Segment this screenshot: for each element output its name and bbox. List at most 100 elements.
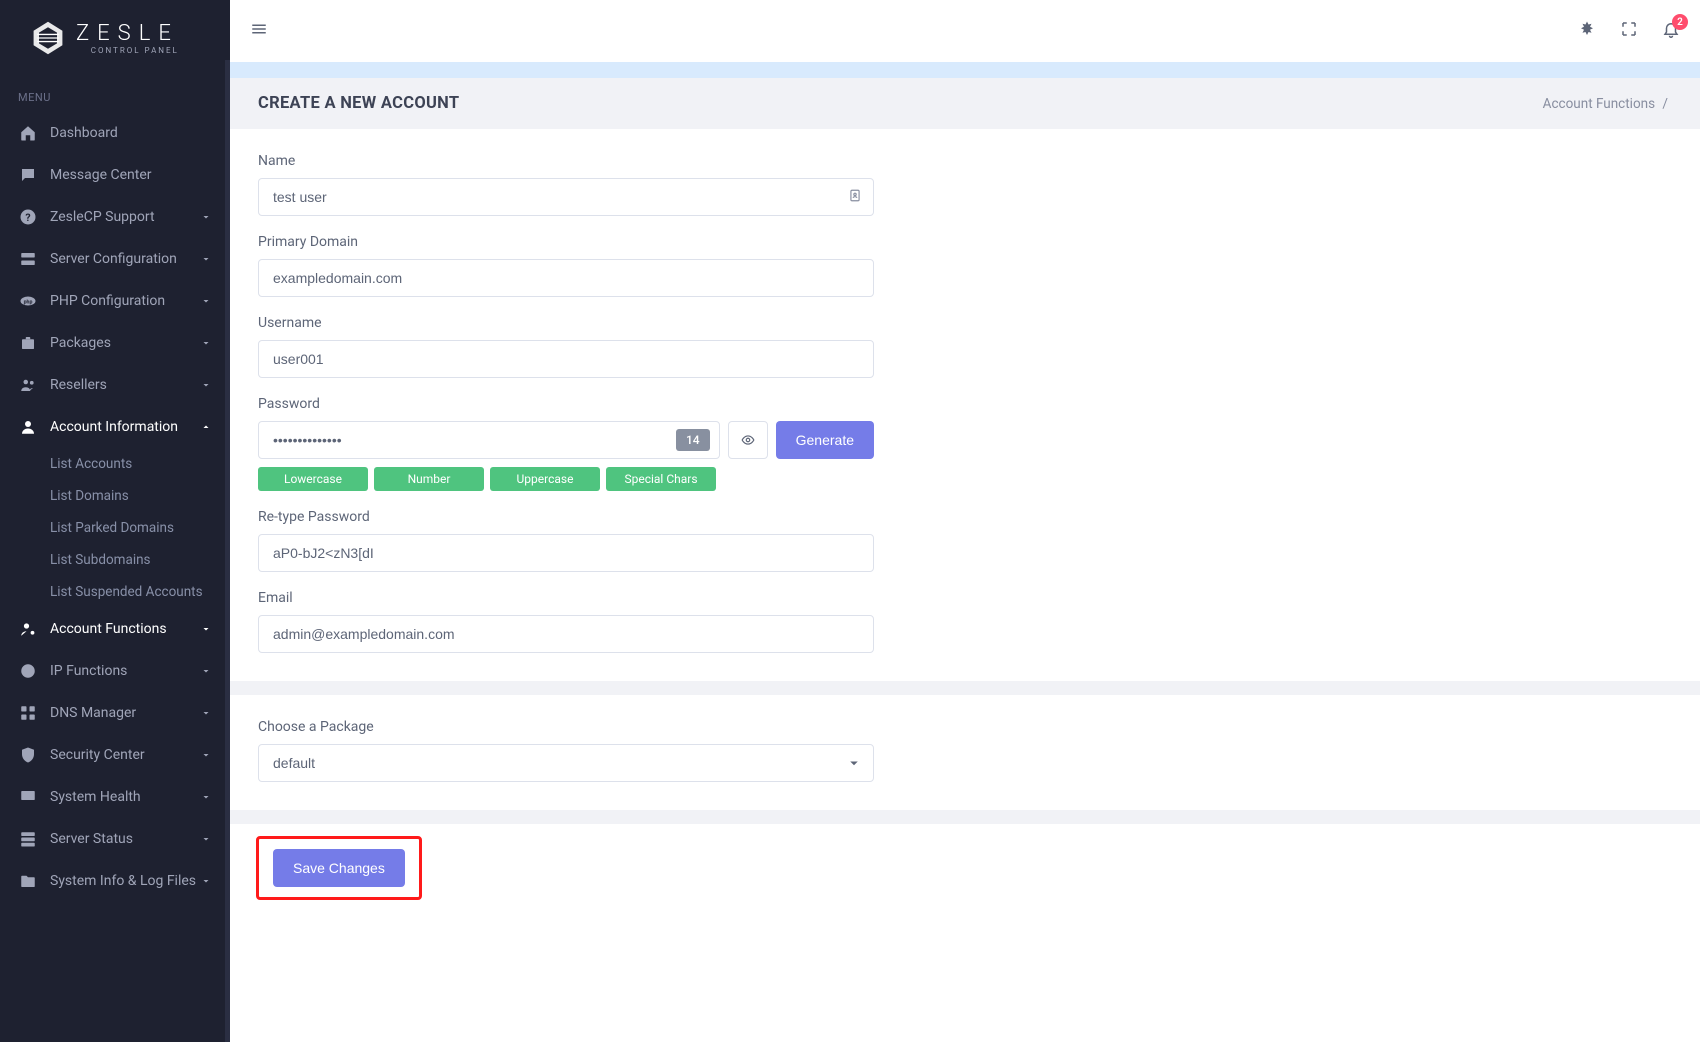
generate-password-button[interactable]: Generate — [776, 421, 874, 459]
main-nav: Dashboard Message Center? ZesleCP Support S… — [0, 112, 230, 902]
sidebar-subitem-list-suspended-accounts[interactable]: List Suspended Accounts — [0, 576, 230, 608]
php-icon: php — [18, 291, 38, 311]
sidebar-subitem-list-accounts[interactable]: List Accounts — [0, 448, 230, 480]
chevron-down-icon — [200, 665, 212, 677]
server-icon — [18, 249, 38, 269]
username-label: Username — [258, 315, 874, 331]
nav-label: IP Functions — [50, 663, 200, 679]
package-icon — [18, 333, 38, 353]
user-icon — [18, 417, 38, 437]
email-label: Email — [258, 590, 874, 606]
notifications-button[interactable]: 2 — [1662, 20, 1680, 42]
chevron-up-icon — [200, 421, 212, 433]
toggle-password-button[interactable] — [728, 421, 768, 459]
password-tag-lowercase: Lowercase — [258, 467, 368, 491]
help-icon: ? — [18, 207, 38, 227]
nav-label: Security Center — [50, 747, 200, 763]
usercog-icon — [18, 619, 38, 639]
chevron-down-icon — [200, 707, 212, 719]
menu-section-label: MENU — [0, 76, 230, 112]
sidebar-item-dns-manager[interactable]: DNS Manager — [0, 692, 230, 734]
chevron-down-icon — [200, 295, 212, 307]
sidebar-item-system-health[interactable]: System Health — [0, 776, 230, 818]
contact-icon — [848, 188, 862, 207]
sidebar-subitem-list-parked-domains[interactable]: List Parked Domains — [0, 512, 230, 544]
nav-label: Message Center — [50, 167, 212, 183]
sidebar-item-server-status[interactable]: Server Status — [0, 818, 230, 860]
fullscreen-button[interactable] — [1620, 20, 1638, 42]
nav-label: Resellers — [50, 377, 200, 393]
password-label: Password — [258, 396, 874, 412]
nav-label: PHP Configuration — [50, 293, 200, 309]
chevron-down-icon — [200, 623, 212, 635]
sidebar-subitem-list-subdomains[interactable]: List Subdomains — [0, 544, 230, 576]
name-label: Name — [258, 153, 874, 169]
brand-name: ZESLE — [76, 21, 179, 46]
password-input[interactable] — [258, 421, 720, 459]
svg-text:?: ? — [25, 211, 30, 224]
globe-icon — [18, 661, 38, 681]
account-details-card: Name Primary Domain Username — [230, 129, 1700, 681]
sidebar-item-system-info-log-files[interactable]: System Info & Log Files — [0, 860, 230, 902]
dns-icon — [18, 703, 38, 723]
topbar: 2 — [230, 0, 1700, 62]
package-select[interactable]: default — [258, 744, 874, 782]
chevron-down-icon — [200, 379, 212, 391]
nav-label: Account Information — [50, 419, 200, 435]
chevron-down-icon — [200, 337, 212, 349]
package-label: Choose a Package — [258, 719, 874, 735]
sidebar-item-php-configuration[interactable]: php PHP Configuration — [0, 280, 230, 322]
brand-logo[interactable]: ZESLE CONTROL PANEL — [0, 0, 230, 76]
sidebar-item-zeslecp-support[interactable]: ? ZesleCP Support — [0, 196, 230, 238]
domain-input[interactable] — [258, 259, 874, 297]
page-title: CREATE A NEW ACCOUNT — [258, 94, 459, 113]
sidebar-item-server-configuration[interactable]: Server Configuration — [0, 238, 230, 280]
chevron-down-icon — [200, 833, 212, 845]
breadcrumb-link[interactable]: Account Functions — [1543, 96, 1655, 112]
nav-label: Server Configuration — [50, 251, 200, 267]
sidebar-subitem-list-domains[interactable]: List Domains — [0, 480, 230, 512]
sidebar-item-ip-functions[interactable]: IP Functions — [0, 650, 230, 692]
breadcrumb: Account Functions / — [1543, 96, 1672, 112]
page-header: CREATE A NEW ACCOUNT Account Functions / — [230, 78, 1700, 129]
repassword-label: Re-type Password — [258, 509, 874, 525]
nav-label: Server Status — [50, 831, 200, 847]
logo-icon — [30, 20, 66, 56]
sidebar-item-resellers[interactable]: Resellers — [0, 364, 230, 406]
monitor-icon — [18, 787, 38, 807]
save-button[interactable]: Save Changes — [273, 849, 405, 887]
leaf-icon[interactable] — [1578, 20, 1596, 42]
sidebar-item-packages[interactable]: Packages — [0, 322, 230, 364]
username-input[interactable] — [258, 340, 874, 378]
nav-label: Packages — [50, 335, 200, 351]
nav-label: Account Functions — [50, 621, 200, 637]
nav-label: ZesleCP Support — [50, 209, 200, 225]
notification-badge: 2 — [1672, 14, 1688, 30]
brand-subtitle: CONTROL PANEL — [76, 46, 179, 55]
sidebar-item-account-functions[interactable]: Account Functions — [0, 608, 230, 650]
email-input[interactable] — [258, 615, 874, 653]
folder-icon — [18, 871, 38, 891]
repassword-input[interactable] — [258, 534, 874, 572]
chevron-down-icon — [200, 211, 212, 223]
breadcrumb-separator: / — [1662, 96, 1668, 112]
chevron-down-icon — [200, 749, 212, 761]
chevron-down-icon — [200, 791, 212, 803]
shield-icon — [18, 745, 38, 765]
save-highlight-box: Save Changes — [256, 836, 422, 900]
sidebar-item-account-information[interactable]: Account Information — [0, 406, 230, 448]
sidebar-item-security-center[interactable]: Security Center — [0, 734, 230, 776]
save-area: Save Changes — [230, 810, 1700, 912]
password-strength-tags: LowercaseNumberUppercaseSpecial Chars — [258, 467, 874, 491]
sidebar-item-message-center[interactable]: Message Center — [0, 154, 230, 196]
hamburger-button[interactable] — [250, 20, 268, 42]
home-icon — [18, 123, 38, 143]
nav-label: System Info & Log Files — [50, 873, 200, 889]
name-input[interactable] — [258, 178, 874, 216]
sidebar-item-dashboard[interactable]: Dashboard — [0, 112, 230, 154]
users-icon — [18, 375, 38, 395]
nav-label: DNS Manager — [50, 705, 200, 721]
eye-icon — [741, 433, 755, 447]
chat-icon — [18, 165, 38, 185]
nav-label: System Health — [50, 789, 200, 805]
